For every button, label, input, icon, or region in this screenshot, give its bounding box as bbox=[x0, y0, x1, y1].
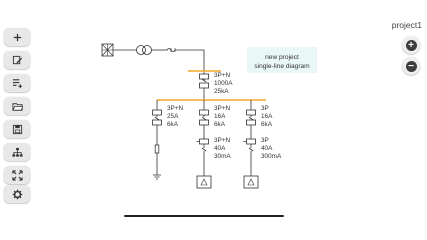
feeder-2-label: 3P+N 16A 6kA bbox=[214, 105, 232, 128]
earth-icon bbox=[153, 174, 161, 180]
rcd-3-label: 3P 40A 300mA bbox=[261, 137, 282, 160]
home-indicator[interactable] bbox=[124, 215, 284, 217]
app-screen: project1 + − new project single-line dia… bbox=[0, 0, 427, 240]
feeder-2-breaking: 6kA bbox=[214, 121, 226, 128]
rcd-2-icon bbox=[199, 138, 209, 145]
feeder-3-label: 3P 16A 6kA bbox=[261, 105, 274, 128]
feeder-3-poles: 3P bbox=[261, 105, 269, 112]
feeder-2-poles: 3P+N bbox=[214, 105, 231, 112]
main-breaker-label: 3P+N 1000A 25kA bbox=[214, 72, 234, 95]
cable-icon[interactable] bbox=[166, 48, 176, 52]
rcd-3-poles: 3P bbox=[261, 137, 269, 144]
main-breaker-poles: 3P+N bbox=[214, 72, 231, 79]
feeder-3-rating: 16A bbox=[261, 113, 273, 120]
load-3-icon bbox=[243, 175, 259, 189]
fuse-icon bbox=[154, 144, 160, 154]
rcd-3-sensitivity: 300mA bbox=[261, 153, 282, 160]
rcd-2-poles: 3P+N bbox=[214, 137, 231, 144]
feeder-2-circuit[interactable] bbox=[196, 100, 212, 189]
feeder-1-poles: 3P+N bbox=[167, 105, 184, 112]
rcd-2-sensitivity: 30mA bbox=[214, 153, 231, 160]
rcd-2-rating: 40A bbox=[214, 145, 226, 152]
main-breaker-rating: 1000A bbox=[214, 80, 233, 87]
feeder-1-breaking: 6kA bbox=[167, 121, 179, 128]
grid-supply-icon[interactable] bbox=[101, 43, 114, 57]
single-line-diagram: 3P+N 1000A 25kA 3P+N 25A 6kA 3P+N 16A 6k… bbox=[101, 43, 282, 189]
rcd-3-icon bbox=[246, 138, 256, 145]
feeder-3-breaking: 6kA bbox=[261, 121, 273, 128]
rcd-3-rating: 40A bbox=[261, 145, 273, 152]
main-breaker-breaking: 25kA bbox=[214, 88, 229, 95]
feeder-2-rating: 16A bbox=[214, 113, 226, 120]
main-breaker-icon[interactable] bbox=[199, 72, 209, 100]
transformer-icon[interactable] bbox=[136, 45, 152, 55]
rcd-2-label: 3P+N 40A 30mA bbox=[214, 137, 232, 160]
feeder-3-circuit[interactable] bbox=[243, 100, 259, 189]
load-2-icon bbox=[196, 175, 212, 189]
feeder-1-label: 3P+N 25A 6kA bbox=[167, 105, 185, 128]
feeder-1-circuit[interactable] bbox=[152, 100, 162, 180]
feeder-1-rating: 25A bbox=[167, 113, 179, 120]
